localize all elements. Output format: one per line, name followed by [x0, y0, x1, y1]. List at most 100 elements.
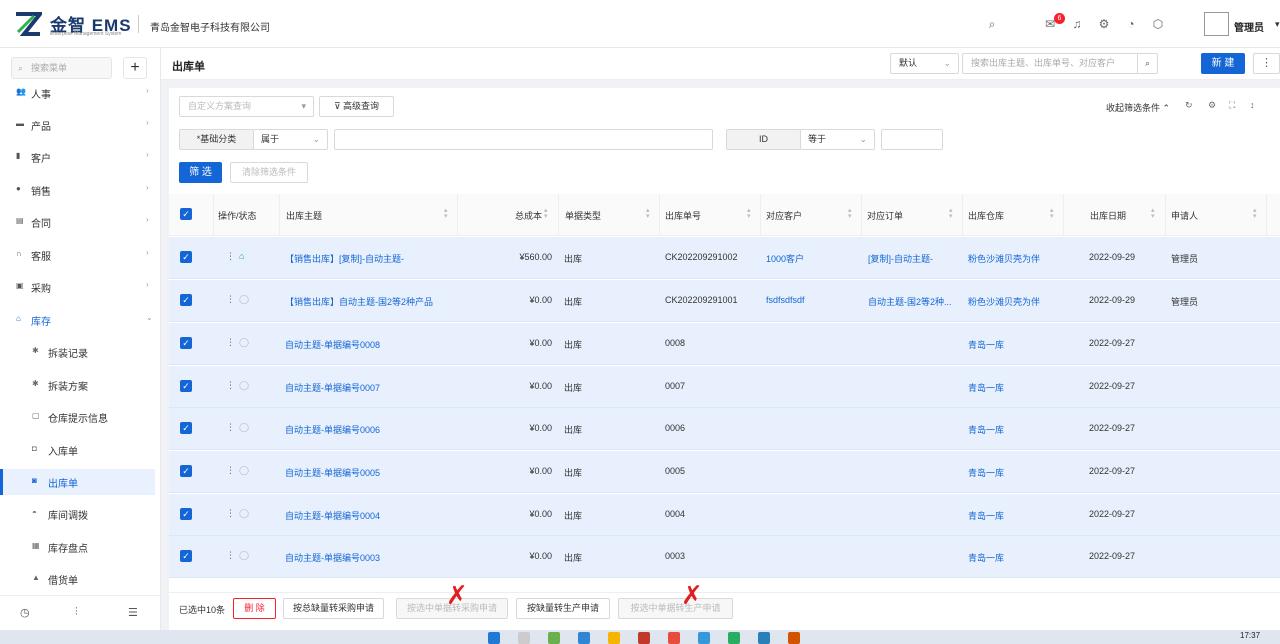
sort-icon[interactable]: ▴ ▾: [444, 207, 448, 220]
row-checkbox[interactable]: ✓: [180, 508, 192, 520]
row-subject[interactable]: 自动主题-单据编号0003: [285, 551, 453, 564]
more-icon[interactable]: ⋮: [1253, 53, 1280, 74]
col-type[interactable]: 单据类型: [565, 209, 601, 222]
row-warehouse[interactable]: 粉色沙滩贝壳为伴: [968, 295, 1060, 308]
row-warehouse[interactable]: 青岛一库: [968, 423, 1060, 436]
delete-button[interactable]: 删 除: [233, 598, 276, 619]
user-name[interactable]: 管理员: [1234, 19, 1264, 34]
row-subject[interactable]: 自动主题-单据编号0007: [285, 381, 453, 394]
row-subject[interactable]: 【销售出库】[复制]-自动主题-: [285, 252, 453, 265]
sidebar-item-contract[interactable]: ▤ 合同 ›: [0, 206, 160, 238]
sort-icon[interactable]: ▴ ▾: [848, 207, 852, 220]
col-cost[interactable]: 总成本: [515, 209, 542, 222]
view-select[interactable]: 默认 ⌄: [890, 53, 959, 74]
sort-icon[interactable]: ▴ ▾: [1050, 207, 1054, 220]
row-checkbox[interactable]: ✓: [180, 380, 192, 392]
row-customer[interactable]: 1000客户: [766, 252, 856, 265]
row-checkbox[interactable]: ✓: [180, 465, 192, 477]
app-icon[interactable]: [668, 632, 680, 644]
selected-to-production-button[interactable]: 按选中单据转生产申请: [618, 598, 733, 619]
app-icon[interactable]: [548, 632, 560, 644]
table-row[interactable]: ✓ ⋮ ◯ 自动主题-单据编号0005 ¥0.00 出库 0005 青岛一库 2…: [169, 451, 1280, 493]
advanced-query-button[interactable]: ⊽ 高级查询: [319, 96, 394, 117]
col-date[interactable]: 出库日期: [1090, 209, 1126, 222]
windows-start-icon[interactable]: [488, 632, 500, 644]
row-checkbox[interactable]: ✓: [180, 550, 192, 562]
shortage-to-production-button[interactable]: 按缺量转生产申请: [516, 598, 610, 619]
sidebar-subitem-borrow[interactable]: ▲ 借货单: [0, 566, 155, 592]
sidebar-subitem-warehouse-tips[interactable]: ▢ 仓库提示信息: [0, 404, 155, 430]
search-icon[interactable]: [518, 632, 530, 644]
more-icon[interactable]: ⋮: [226, 294, 235, 305]
sidebar-item-inventory[interactable]: ⌂ 库存 ⌄: [0, 304, 160, 336]
row-subject[interactable]: 自动主题-单据编号0006: [285, 423, 453, 436]
menu-search-input[interactable]: ⌕ 搜索菜单: [11, 57, 112, 79]
wechat-icon[interactable]: [728, 632, 740, 644]
sidebar-subitem-stocktake[interactable]: ▦ 库存盘点: [0, 534, 155, 560]
row-checkbox[interactable]: ✓: [180, 422, 192, 434]
sort-icon[interactable]: ▴ ▾: [1151, 207, 1155, 220]
sidebar-subitem-inbound[interactable]: ◘ 入库单: [0, 437, 155, 463]
search-input[interactable]: 搜索出库主题、出库单号、对应客户 ⌕: [962, 53, 1158, 74]
sort-icon[interactable]: ▴ ▾: [747, 207, 751, 220]
col-customer[interactable]: 对应客户: [766, 209, 802, 222]
clear-filter-button[interactable]: 清除筛选条件: [230, 162, 308, 183]
filter-value-category[interactable]: [334, 129, 713, 150]
col-warehouse[interactable]: 出库仓库: [968, 209, 1004, 222]
collapse-filters-link[interactable]: 收起筛选条件 ⌃: [1106, 101, 1170, 114]
history-icon[interactable]: ◷: [20, 606, 30, 619]
custom-query-select[interactable]: 自定义方案查询 ▾: [179, 96, 314, 117]
sidebar-subitem-disassembly-record[interactable]: ✱ 拆装记录: [0, 339, 155, 365]
avatar[interactable]: [1204, 12, 1229, 36]
gear-icon[interactable]: ⚙: [1208, 100, 1216, 111]
table-row[interactable]: ✓ ⋮ ◯ 【销售出库】自动主题-国2等2种产品 ¥0.00 出库 CK2022…: [169, 280, 1280, 322]
col-number[interactable]: 出库单号: [665, 209, 701, 222]
filter-op-category[interactable]: 属于 ⌄: [253, 129, 328, 150]
row-warehouse[interactable]: 青岛一库: [968, 381, 1060, 394]
sidebar-subitem-transfer[interactable]: ◓ 库间调拨: [0, 501, 155, 527]
sort-icon[interactable]: ▴ ▾: [1253, 207, 1257, 220]
more-icon[interactable]: ⋮: [226, 550, 235, 561]
row-warehouse[interactable]: 粉色沙滩贝壳为伴: [968, 252, 1060, 265]
col-order[interactable]: 对应订单: [867, 209, 903, 222]
more-icon[interactable]: ⋮: [226, 422, 235, 433]
new-button[interactable]: 新 建: [1201, 53, 1245, 74]
chevron-down-icon[interactable]: ▾: [1275, 19, 1280, 30]
col-applicant[interactable]: 申请人: [1171, 209, 1198, 222]
collapse-menu-icon[interactable]: ☰: [128, 606, 138, 619]
cube-icon[interactable]: ⬡: [1151, 17, 1165, 31]
filter-value-id[interactable]: [881, 129, 943, 150]
table-row[interactable]: ✓ ⋮ ◯ 自动主题-单据编号0006 ¥0.00 出库 0006 青岛一库 2…: [169, 408, 1280, 450]
app-icon[interactable]: [578, 632, 590, 644]
row-subject[interactable]: 【销售出库】自动主题-国2等2种产品: [285, 295, 453, 308]
search-icon[interactable]: ⌕: [985, 17, 999, 31]
row-order[interactable]: [复制]-自动主题-: [868, 252, 958, 265]
sidebar-subitem-disassembly-plan[interactable]: ✱ 拆装方案: [0, 372, 155, 398]
total-shortage-to-purchase-button[interactable]: 按总缺量转采购申请: [283, 598, 384, 619]
row-warehouse[interactable]: 青岛一库: [968, 338, 1060, 351]
select-all-checkbox[interactable]: ✓: [180, 208, 192, 220]
row-warehouse[interactable]: 青岛一库: [968, 466, 1060, 479]
row-warehouse[interactable]: 青岛一库: [968, 509, 1060, 522]
more-icon[interactable]: ⋮: [226, 251, 235, 262]
sidebar-item-service[interactable]: ∩ 客服 ›: [0, 239, 160, 271]
gear-icon[interactable]: ⚙: [1097, 17, 1111, 31]
sidebar-item-sales[interactable]: ● 销售 ›: [0, 174, 160, 206]
sort-icon[interactable]: ▴ ▾: [544, 207, 548, 220]
sidebar-item-purchase[interactable]: ▣ 采购 ›: [0, 271, 160, 303]
table-row[interactable]: ✓ ⋮ ◯ 自动主题-单据编号0003 ¥0.00 出库 0003 青岛一库 2…: [169, 536, 1280, 578]
folder-icon[interactable]: [608, 632, 620, 644]
table-row[interactable]: ✓ ⋮ ◯ 自动主题-单据编号0004 ¥0.00 出库 0004 青岛一库 2…: [169, 494, 1280, 536]
more-icon[interactable]: ⋮: [226, 508, 235, 519]
row-order[interactable]: 自动主题-国2等2种...: [868, 295, 958, 308]
more-icon[interactable]: ⋮: [226, 337, 235, 348]
more-icon[interactable]: ⋮: [226, 465, 235, 476]
sort-icon[interactable]: ▴ ▾: [646, 207, 650, 220]
table-row[interactable]: ✓ ⋮ ◯ 自动主题-单据编号0008 ¥0.00 出库 0008 青岛一库 2…: [169, 323, 1280, 365]
row-subject[interactable]: 自动主题-单据编号0005: [285, 466, 453, 479]
filter-button[interactable]: 筛 选: [179, 162, 222, 183]
sort-icon[interactable]: ▴ ▾: [949, 207, 953, 220]
col-subject[interactable]: 出库主题: [286, 209, 322, 222]
row-subject[interactable]: 自动主题-单据编号0008: [285, 338, 453, 351]
row-warehouse[interactable]: 青岛一库: [968, 551, 1060, 564]
